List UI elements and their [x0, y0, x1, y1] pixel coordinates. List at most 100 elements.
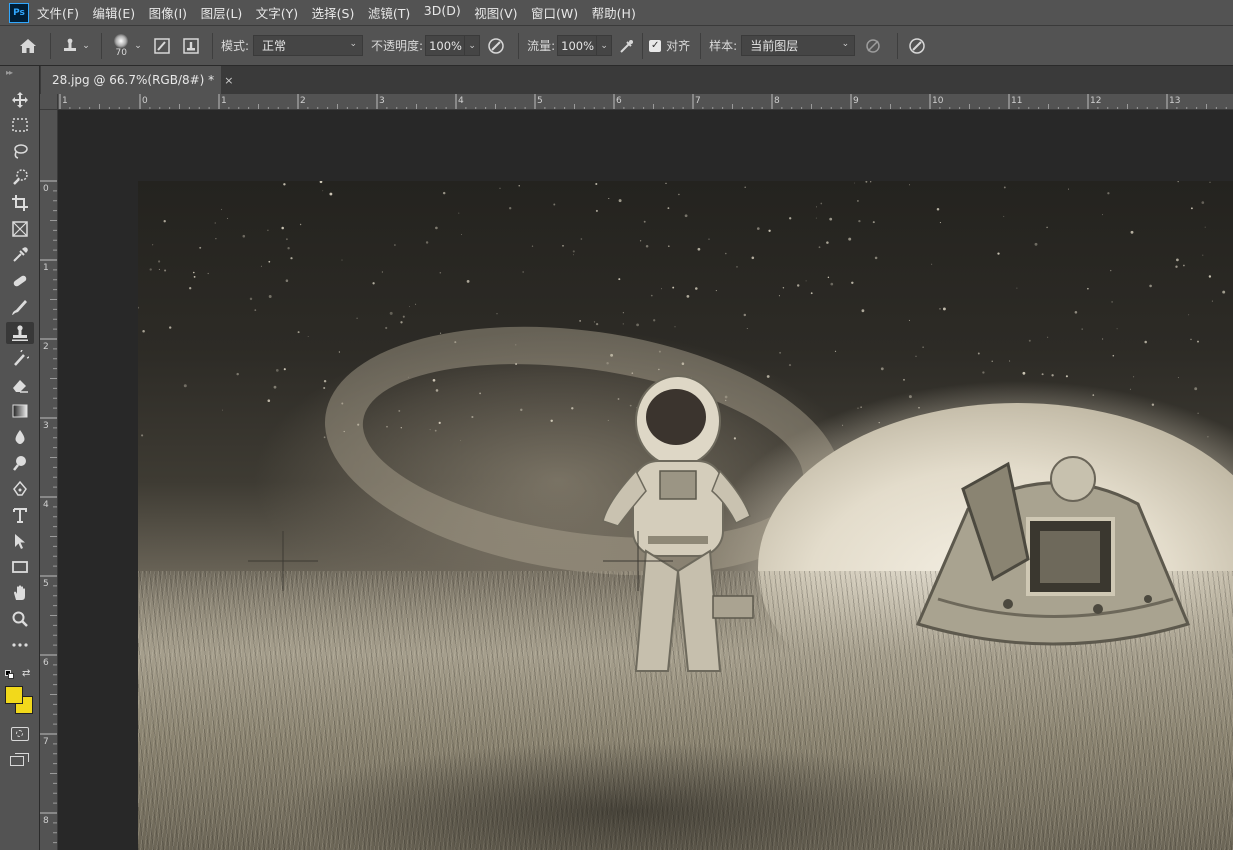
sample-label: 样本:	[709, 39, 738, 53]
type-tool[interactable]	[6, 504, 34, 526]
pressure-size-icon[interactable]	[904, 37, 930, 55]
star	[636, 323, 639, 327]
home-icon[interactable]	[12, 38, 44, 54]
flow-dropdown-button[interactable]: ⌄	[597, 35, 613, 56]
star	[743, 313, 747, 317]
brush-tool[interactable]	[6, 296, 34, 318]
gradient-tool[interactable]	[6, 400, 34, 422]
foreground-color-swatch[interactable]	[5, 686, 23, 704]
ruler-label: 8	[43, 816, 49, 826]
tools-panel: ▸▸ ⇄	[0, 66, 40, 850]
star	[531, 245, 534, 247]
star	[226, 217, 229, 219]
eyedropper-tool[interactable]	[6, 244, 34, 266]
menu-item[interactable]: 窗口(W)	[531, 3, 578, 22]
pressure-opacity-icon[interactable]	[480, 37, 512, 55]
menu-item[interactable]: 帮助(H)	[592, 3, 636, 22]
path-select-tool[interactable]	[6, 530, 34, 552]
star	[810, 292, 813, 295]
star	[939, 222, 941, 224]
align-checkbox[interactable]: ✓ 对齐	[649, 37, 690, 54]
star	[908, 319, 910, 321]
more-tools[interactable]	[6, 634, 34, 656]
menu-item[interactable]: 3D(D)	[424, 3, 461, 22]
menu-item[interactable]: 文字(Y)	[256, 3, 298, 22]
brush-preset-picker[interactable]: 70 ⌄	[108, 33, 148, 58]
menu-item[interactable]: 编辑(E)	[92, 3, 135, 22]
horizontal-ruler[interactable]: 1 0 1 2 3 4 5 6 7 8 9 10 11 12 13	[58, 94, 1233, 110]
star	[1107, 192, 1110, 195]
star	[782, 287, 785, 289]
zoom-tool[interactable]	[6, 608, 34, 630]
ignore-adjustment-layers-icon[interactable]	[855, 38, 891, 54]
chevron-down-icon: ⌄	[349, 39, 358, 49]
swap-colors-icon[interactable]: ⇄	[22, 668, 30, 679]
menu-item[interactable]: 图层(L)	[201, 3, 243, 22]
sample-select[interactable]: 当前图层 ⌄	[741, 35, 856, 56]
panel-collapse-icon[interactable]: ▸▸	[0, 66, 39, 78]
healing-brush-tool[interactable]	[6, 270, 34, 292]
frame-tool[interactable]	[6, 218, 34, 240]
star	[273, 385, 277, 389]
flow-input[interactable]: 100%	[557, 35, 598, 56]
quick-mask-icon[interactable]	[11, 727, 29, 741]
opacity-dropdown-button[interactable]: ⌄	[465, 35, 481, 56]
canvas-image[interactable]	[138, 181, 1233, 850]
menu-item[interactable]: 选择(S)	[312, 3, 355, 22]
star	[267, 399, 271, 402]
star	[518, 185, 520, 187]
menu-item[interactable]: 图像(I)	[149, 3, 187, 22]
lasso-tool[interactable]	[6, 140, 34, 162]
history-brush-tool[interactable]	[6, 348, 34, 370]
ruler-label: 6	[616, 96, 622, 106]
blur-tool[interactable]	[6, 426, 34, 448]
star	[618, 199, 622, 203]
star	[878, 422, 880, 424]
quick-select-tool[interactable]	[6, 166, 34, 188]
star	[372, 282, 375, 285]
ruler-label: 3	[43, 421, 49, 431]
default-colors-icon[interactable]	[5, 670, 15, 680]
move-tool[interactable]	[6, 89, 34, 111]
close-icon[interactable]: ×	[224, 74, 233, 87]
star	[789, 217, 792, 220]
star	[805, 280, 807, 282]
ruler-origin[interactable]	[40, 94, 58, 110]
airbrush-icon[interactable]	[612, 37, 642, 55]
star	[1202, 254, 1204, 256]
clone-stamp-icon	[64, 38, 77, 51]
clone-source-panel-icon[interactable]	[176, 37, 206, 54]
mode-select[interactable]: 正常 ⌄	[253, 35, 364, 56]
hand-tool[interactable]	[6, 582, 34, 604]
screen-mode-icon[interactable]	[10, 753, 30, 767]
star	[281, 226, 284, 230]
clone-stamp-tool[interactable]	[6, 322, 34, 344]
pen-tool[interactable]	[6, 478, 34, 500]
opacity-input[interactable]: 100%	[425, 35, 466, 56]
rectangle-tool[interactable]	[6, 556, 34, 578]
star	[746, 327, 748, 330]
star	[1177, 181, 1179, 183]
crop-tool[interactable]	[6, 192, 34, 214]
star	[697, 247, 701, 251]
ruler-label: 10	[932, 96, 944, 106]
menu-item[interactable]: 文件(F)	[37, 3, 79, 22]
path-select-tool-icon	[15, 534, 25, 549]
star	[1183, 264, 1185, 267]
eraser-tool[interactable]	[6, 374, 34, 396]
star	[851, 281, 854, 285]
vertical-ruler[interactable]: 0 1 2 3 4 5 6 7 8	[40, 110, 58, 850]
marquee-tool[interactable]	[6, 114, 34, 136]
brush-settings-toggle-icon[interactable]	[148, 37, 176, 54]
marquee-tool-icon	[12, 118, 28, 132]
star	[158, 268, 160, 270]
tool-preset-picker[interactable]: ⌄	[57, 38, 95, 54]
star	[466, 280, 470, 283]
document-workspace[interactable]	[58, 110, 1233, 850]
menu-item[interactable]: 滤镜(T)	[368, 3, 410, 22]
menu-item[interactable]: 视图(V)	[474, 3, 517, 22]
dodge-tool[interactable]	[6, 452, 34, 474]
star	[1177, 377, 1179, 379]
document-tab[interactable]: 28.jpg @ 66.7%(RGB/8#) * ×	[41, 66, 233, 94]
star	[329, 192, 333, 196]
